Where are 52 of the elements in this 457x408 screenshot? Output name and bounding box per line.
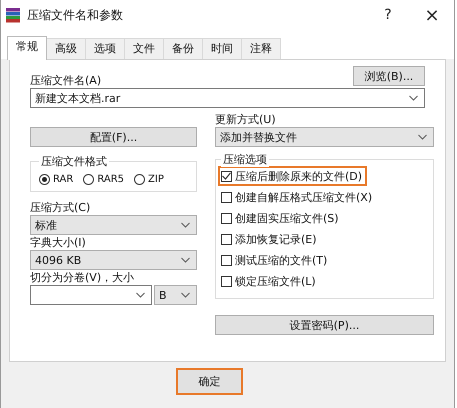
ok-button[interactable]: 确定: [176, 368, 243, 395]
field-label: 更新方式(U): [215, 112, 277, 127]
checkbox[interactable]: [221, 254, 232, 266]
tab[interactable]: 注释: [241, 38, 281, 59]
help-button[interactable]: ?: [366, 1, 410, 29]
checkbox-label: 创建固实压缩文件(S): [235, 210, 339, 226]
radio-label: ZIP: [148, 174, 164, 185]
checkbox-label: 添加恢复记录(E): [235, 232, 317, 246]
chevron-down-icon: [418, 134, 427, 140]
checkbox[interactable]: [221, 234, 232, 244]
books-stack-icon: [5, 7, 21, 23]
checkbox[interactable]: [221, 212, 232, 224]
field-label: 压缩文件名(A): [30, 73, 102, 88]
checkbox-label: 压缩后删除原来的文件(D): [235, 168, 362, 184]
radio-label: RAR: [53, 174, 74, 185]
checkbox-label: 锁定压缩文件(L): [235, 274, 316, 288]
tab[interactable]: 高级: [46, 38, 86, 59]
chevron-down-icon: [181, 257, 190, 263]
chevron-down-icon: [136, 292, 145, 298]
tab[interactable]: 常规: [7, 36, 47, 60]
chevron-down-icon: [409, 95, 418, 101]
dropdown[interactable]: 4096 KB: [30, 250, 197, 270]
close-button[interactable]: ×: [410, 1, 454, 29]
browse-button[interactable]: 浏览(B)...: [353, 66, 425, 86]
checkbox[interactable]: [221, 192, 232, 202]
dropdown[interactable]: [30, 285, 152, 305]
window-title: 压缩文件名和参数: [27, 6, 123, 24]
tab[interactable]: 时间: [202, 38, 242, 59]
field-label: 切分为分卷(V)，大小: [30, 270, 136, 285]
dropdown[interactable]: 标准: [30, 215, 197, 235]
radio-button[interactable]: [39, 174, 50, 185]
tab[interactable]: 选项: [85, 38, 125, 59]
chevron-down-icon: [181, 292, 190, 298]
field-label: 压缩方式(C): [30, 200, 92, 215]
set-password-button[interactable]: 设置密码(P)...: [215, 315, 434, 335]
profiles-button[interactable]: 配置(F)...: [30, 127, 197, 147]
checkbox-label: 测试压缩的文件(T): [235, 252, 328, 268]
radio-button[interactable]: [134, 174, 146, 185]
checkbox[interactable]: [221, 276, 232, 286]
field-label: 字典大小(I): [30, 235, 87, 250]
dropdown[interactable]: B: [154, 285, 197, 305]
tab[interactable]: 备份: [163, 38, 203, 59]
checkbox[interactable]: [221, 170, 232, 182]
radio-label: RAR5: [97, 174, 124, 185]
checkbox-label: 创建自解压格式压缩文件(X): [235, 190, 372, 204]
tab[interactable]: 文件: [124, 38, 164, 59]
dropdown[interactable]: 新建文本文档.rar: [30, 88, 425, 108]
radio-button[interactable]: [83, 174, 94, 185]
group-label: 压缩选项: [221, 152, 269, 167]
dropdown[interactable]: 添加并替换文件: [215, 127, 434, 147]
group-label: 压缩文件格式: [39, 154, 109, 169]
chevron-down-icon: [181, 222, 190, 228]
